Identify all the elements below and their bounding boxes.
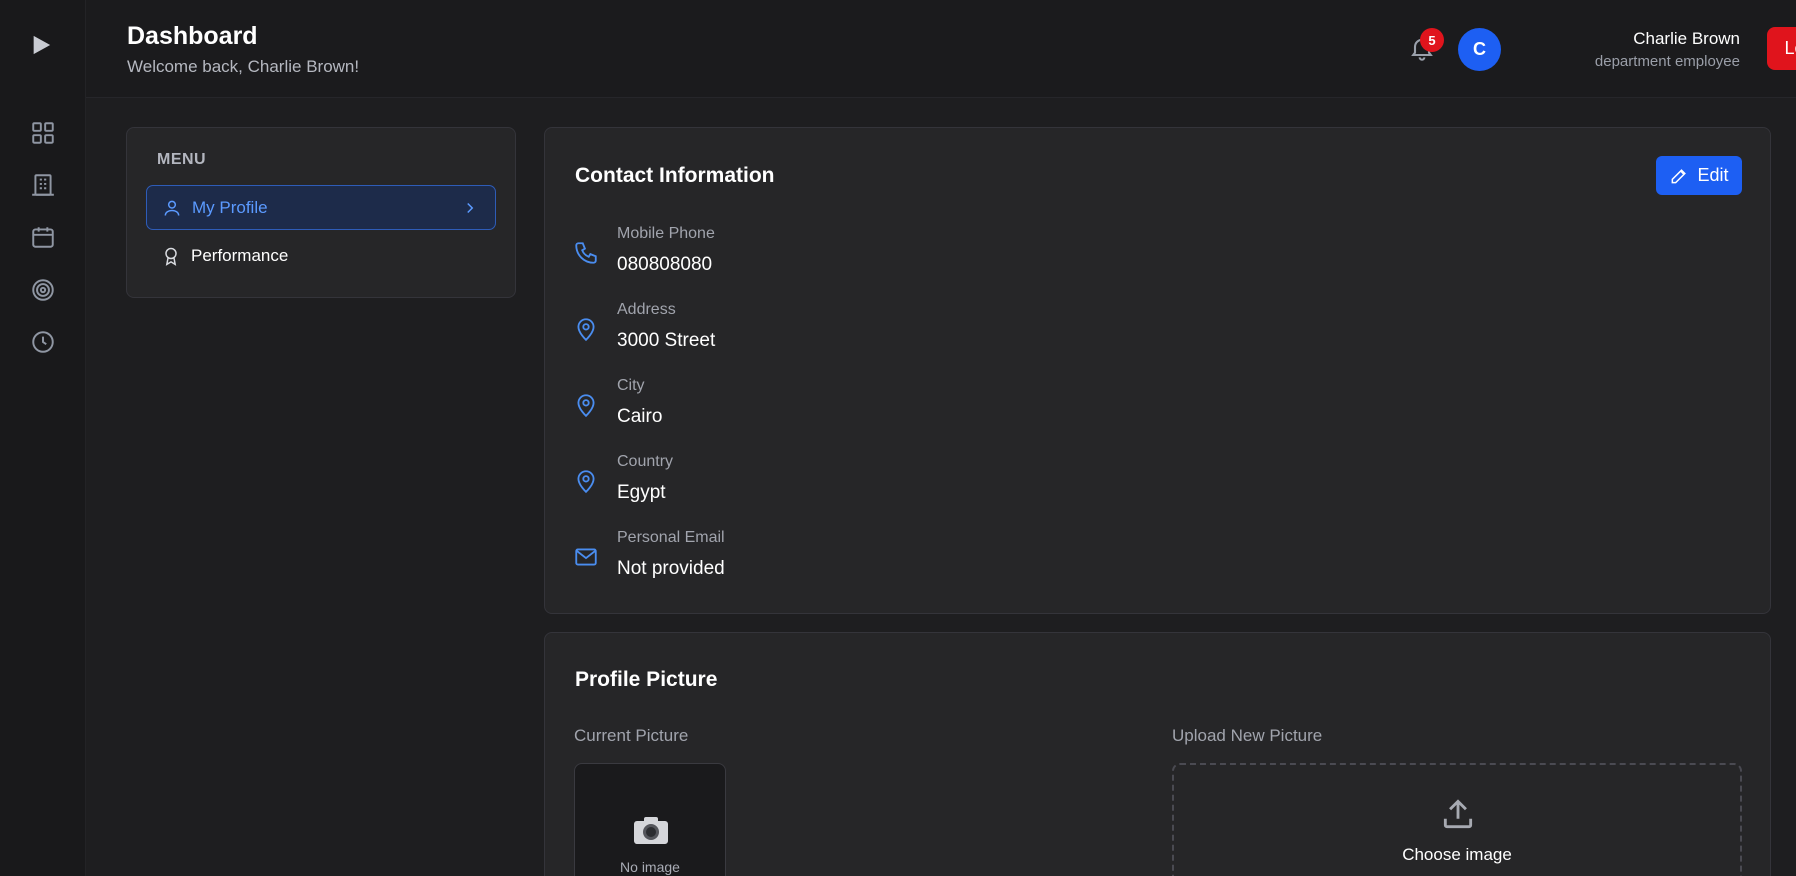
award-icon [165,247,177,266]
map-pin-icon [577,394,595,418]
field-address: Address 3000 Street [573,301,1173,361]
edit-button[interactable]: Edit [1656,156,1742,195]
chevron-right-icon [467,202,474,214]
building-icon[interactable] [30,172,56,198]
field-value: 3000 Street [617,330,716,351]
menu-item-my-profile[interactable]: My Profile [146,185,496,230]
logout-button[interactable]: Logout [1767,27,1796,70]
upload-dropzone[interactable]: Choose image [1172,763,1742,876]
phone-icon [575,242,597,264]
mail-icon [575,548,597,566]
current-picture-frame: No image [574,763,726,876]
upload-icon [1443,799,1473,829]
notification-badge[interactable]: 5 [1420,28,1444,52]
play-icon[interactable] [30,34,52,56]
field-label: Country [617,453,674,470]
no-image-text: No image [620,859,680,875]
user-name: Charlie Brown [1633,29,1740,48]
current-picture-label: Current Picture [574,726,689,745]
field-label: Address [617,301,676,318]
field-label: City [617,377,645,394]
welcome-text: Welcome back, Charlie Brown! [127,57,360,76]
top-header: Dashboard Welcome back, Charlie Brown! 5… [86,0,1796,98]
calendar-icon[interactable] [30,224,56,250]
field-value: Not provided [617,558,725,579]
avatar[interactable]: C [1458,28,1501,71]
field-label: Personal Email [617,529,725,546]
edit-label: Edit [1697,165,1729,185]
contact-information-card: Contact Information Edit Mobile Phone 08… [544,127,1771,614]
clock-icon[interactable] [30,329,56,355]
menu-item-label: Performance [191,245,289,265]
pencil-icon [1672,168,1687,183]
field-label: Mobile Phone [617,225,715,242]
app-root: Dashboard Welcome back, Charlie Brown! 5… [0,0,1796,876]
menu-item-performance[interactable]: Performance [146,233,496,278]
camera-icon [634,817,668,844]
grid-icon[interactable] [30,120,56,146]
upload-picture-label: Upload New Picture [1172,726,1323,745]
side-rail [0,0,86,876]
picture-title: Profile Picture [575,668,718,691]
map-pin-icon [577,470,595,494]
field-mobile-phone: Mobile Phone 080808080 [573,225,1173,285]
choose-image-button[interactable]: Choose image [1174,845,1740,865]
user-role: department employee [1594,53,1740,70]
field-country: Country Egypt [573,453,1173,513]
profile-picture-card: Profile Picture Current Picture Upload N… [544,632,1771,876]
field-value: 080808080 [617,254,713,275]
contact-title: Contact Information [575,164,775,187]
target-icon[interactable] [30,277,56,303]
page-title: Dashboard [127,22,258,50]
field-value: Egypt [617,482,666,503]
menu-item-label: My Profile [192,197,268,217]
field-personal-email: Personal Email Not provided [573,529,1173,589]
field-value: Cairo [617,406,663,427]
map-pin-icon [577,318,595,342]
menu-title: MENU [157,151,207,168]
user-icon [164,200,180,216]
field-city: City Cairo [573,377,1173,437]
profile-menu: MENU My Profile Performance [126,127,516,298]
